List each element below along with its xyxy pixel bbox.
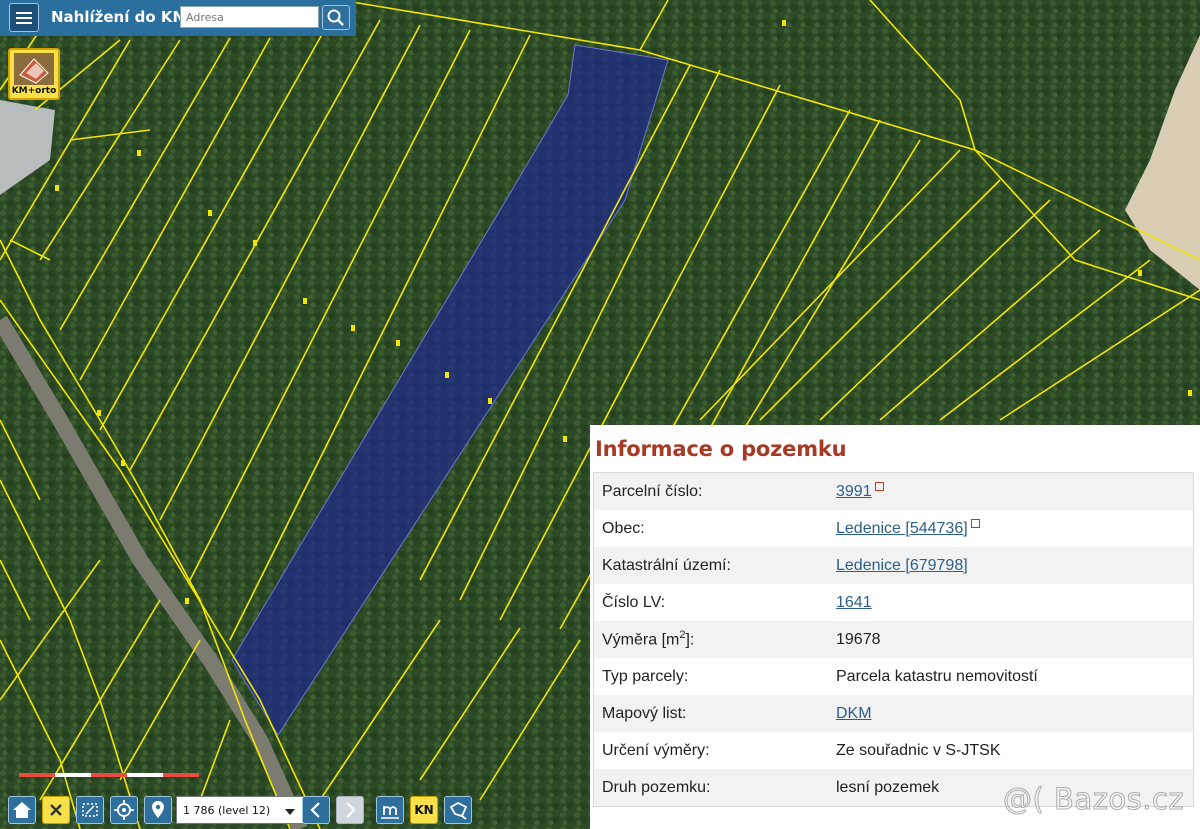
menu-button[interactable]	[9, 3, 39, 32]
info-row: Typ parcely: Parcela katastru nemovitostí	[594, 658, 1194, 695]
search-button[interactable]	[322, 5, 350, 30]
menu-icon-line	[16, 17, 32, 19]
info-row: Mapový list: DKM	[593, 695, 1194, 732]
external-link-icon[interactable]	[970, 518, 980, 528]
kn-layer-button[interactable]: KN	[410, 796, 438, 824]
info-row-value-cell: 19678	[828, 621, 1194, 658]
info-row-value-cell: 1641	[828, 584, 1194, 621]
info-row-label: Parcelní číslo:	[593, 472, 828, 510]
label-text: ]:	[685, 631, 695, 649]
scale-bar	[19, 773, 199, 777]
info-row: Parcelní číslo: 3991	[593, 472, 1194, 510]
menu-icon-line	[16, 22, 32, 24]
info-row-link[interactable]: 3991	[836, 483, 872, 500]
info-row-link[interactable]: 1641	[836, 594, 872, 611]
home-button[interactable]	[8, 796, 36, 824]
lasso-icon	[449, 801, 468, 820]
scale-select[interactable]: 1 786 (level 12)	[176, 796, 304, 824]
info-row-label: Katastrální území:	[593, 547, 828, 584]
forward-button[interactable]	[336, 796, 364, 824]
info-row-value-cell: Ledenice [544736]	[828, 510, 1194, 547]
locate-button[interactable]	[110, 796, 138, 824]
info-row-link[interactable]: Ledenice [679798]	[836, 557, 968, 574]
info-row-value-cell: Ledenice [679798]	[828, 547, 1194, 584]
external-link-icon[interactable]	[874, 481, 884, 491]
search-icon	[327, 9, 344, 26]
info-row-label: Obec:	[602, 519, 645, 537]
map-pin-icon	[152, 801, 164, 818]
measure-button[interactable]	[376, 796, 404, 824]
measure-icon	[381, 806, 399, 819]
app-title: Nahlížení do KN	[51, 8, 186, 26]
select-area-button[interactable]	[444, 796, 472, 824]
home-icon	[13, 802, 31, 818]
info-row-link[interactable]: Ledenice [544736]	[836, 520, 968, 537]
chevron-down-icon	[285, 809, 295, 815]
label-text: Výměra [m	[602, 631, 680, 649]
marker-button[interactable]	[144, 796, 172, 824]
header-bar: Nahlížení do KN	[0, 0, 356, 36]
info-row-value: Parcela katastru nemovitostí	[836, 667, 1038, 685]
info-row-label: Typ parcely:	[602, 667, 689, 685]
zoom-extent-button[interactable]	[76, 796, 104, 824]
info-row-value-cell: 3991	[828, 472, 1194, 510]
info-row: Číslo LV: 1641	[594, 584, 1194, 621]
info-row-value-cell: DKM	[828, 695, 1194, 732]
info-row-value-cell: Ze souřadnic v S-JTSK	[828, 732, 1194, 769]
layer-label: KM+orto	[11, 86, 57, 96]
close-icon	[50, 804, 62, 816]
layer-switch-button[interactable]: KM+orto	[8, 48, 60, 100]
info-row: Obec: Ledenice [544736]	[594, 510, 1194, 547]
back-button[interactable]	[302, 796, 330, 824]
chevron-left-icon	[310, 802, 320, 818]
info-row-label: Určení výměry:	[602, 741, 710, 759]
parcel-info-panel: Informace o pozemku Parcelní číslo: 3991 O…	[590, 425, 1200, 829]
info-row: Určení výměry: Ze souřadnic v S-JTSK	[594, 732, 1194, 769]
info-row-label: Číslo LV:	[602, 593, 666, 611]
scale-value: 1 786 (level 12)	[183, 804, 271, 817]
info-row-value-cell: Parcela katastru nemovitostí	[828, 658, 1194, 695]
info-row-label: Výměra [m2]:	[593, 621, 828, 658]
extent-icon	[82, 803, 98, 817]
info-row-value: Ze souřadnic v S-JTSK	[836, 741, 1001, 759]
close-button[interactable]	[42, 796, 70, 824]
crosshair-icon	[114, 800, 134, 820]
info-row: Katastrální území: Ledenice [679798]	[593, 547, 1194, 584]
info-row: Výměra [m2]: 19678	[593, 621, 1194, 658]
map-layer-icon	[14, 53, 54, 85]
panel-title: Informace o pozemku	[595, 437, 847, 461]
address-search-input[interactable]	[180, 6, 319, 28]
parcel-info-table: Parcelní číslo: 3991 Obec: Ledenice [544736…	[593, 472, 1194, 807]
info-row-label: Mapový list:	[593, 695, 828, 732]
info-row-value: lesní pozemek	[836, 778, 940, 796]
kn-label: KN	[414, 803, 434, 817]
watermark: @( Bazos.cz	[1002, 782, 1185, 817]
info-row-label: Druh pozemku:	[593, 769, 828, 807]
info-row-value: 19678	[836, 630, 881, 648]
chevron-right-icon	[346, 802, 356, 818]
info-row-link[interactable]: DKM	[836, 705, 872, 722]
menu-icon	[16, 12, 32, 14]
